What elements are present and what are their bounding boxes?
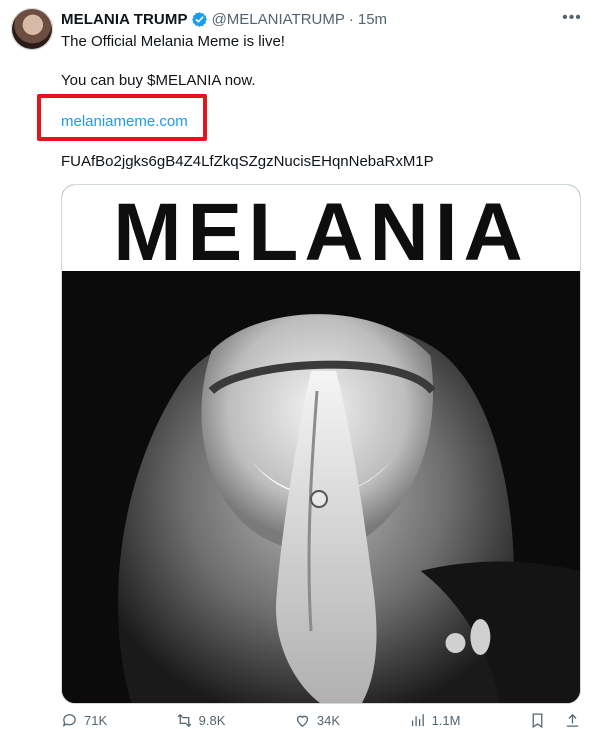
- contract-address: FUAfBo2jgks6gB4Z4LfZkqSZgzNucisEHqnNebaR…: [61, 153, 434, 170]
- author-name[interactable]: MELANIA TRUMP: [61, 11, 188, 28]
- repost-button[interactable]: 9.8K: [176, 712, 226, 728]
- tweet-text-line: The Official Melania Meme is live!: [61, 33, 285, 50]
- views-button[interactable]: 1.1M: [409, 712, 461, 728]
- media-headline: MELANIA: [113, 187, 529, 278]
- tweet-media-image[interactable]: MELANIA: [61, 184, 581, 704]
- repost-icon: [177, 713, 191, 727]
- reply-count: 71K: [84, 712, 108, 728]
- bookmark-icon[interactable]: [529, 712, 546, 729]
- tweet-header: MELANIA TRUMP @MELANIATRUMP · 15m: [61, 10, 387, 28]
- separator-dot: ·: [348, 10, 354, 28]
- secondary-actions: [529, 712, 581, 729]
- heart-icon: [296, 715, 309, 727]
- tweet-text-line: You can buy $MELANIA now.: [61, 72, 256, 89]
- portrait-photo: [62, 271, 580, 703]
- verified-badge-icon: [191, 11, 208, 28]
- post-time[interactable]: 15m: [358, 11, 387, 28]
- share-icon[interactable]: [564, 712, 581, 729]
- avatar[interactable]: [11, 8, 53, 50]
- view-count: 1.1M: [431, 712, 461, 728]
- views-icon: [411, 713, 424, 726]
- reply-icon: [62, 713, 76, 727]
- more-options-icon[interactable]: •••: [560, 8, 584, 28]
- tweet-link[interactable]: melaniameme.com: [61, 112, 188, 132]
- tweet-actions-bar: 71K 9.8K 34K 1.1M: [61, 712, 581, 729]
- author-handle[interactable]: @MELANIATRUMP: [212, 11, 345, 28]
- repost-count: 9.8K: [198, 712, 226, 728]
- like-count: 34K: [316, 712, 341, 728]
- reply-button[interactable]: 71K: [61, 712, 107, 728]
- tweet: MELANIA TRUMP @MELANIATRUMP · 15m ••• Th…: [0, 0, 599, 729]
- like-button[interactable]: 34K: [294, 712, 340, 728]
